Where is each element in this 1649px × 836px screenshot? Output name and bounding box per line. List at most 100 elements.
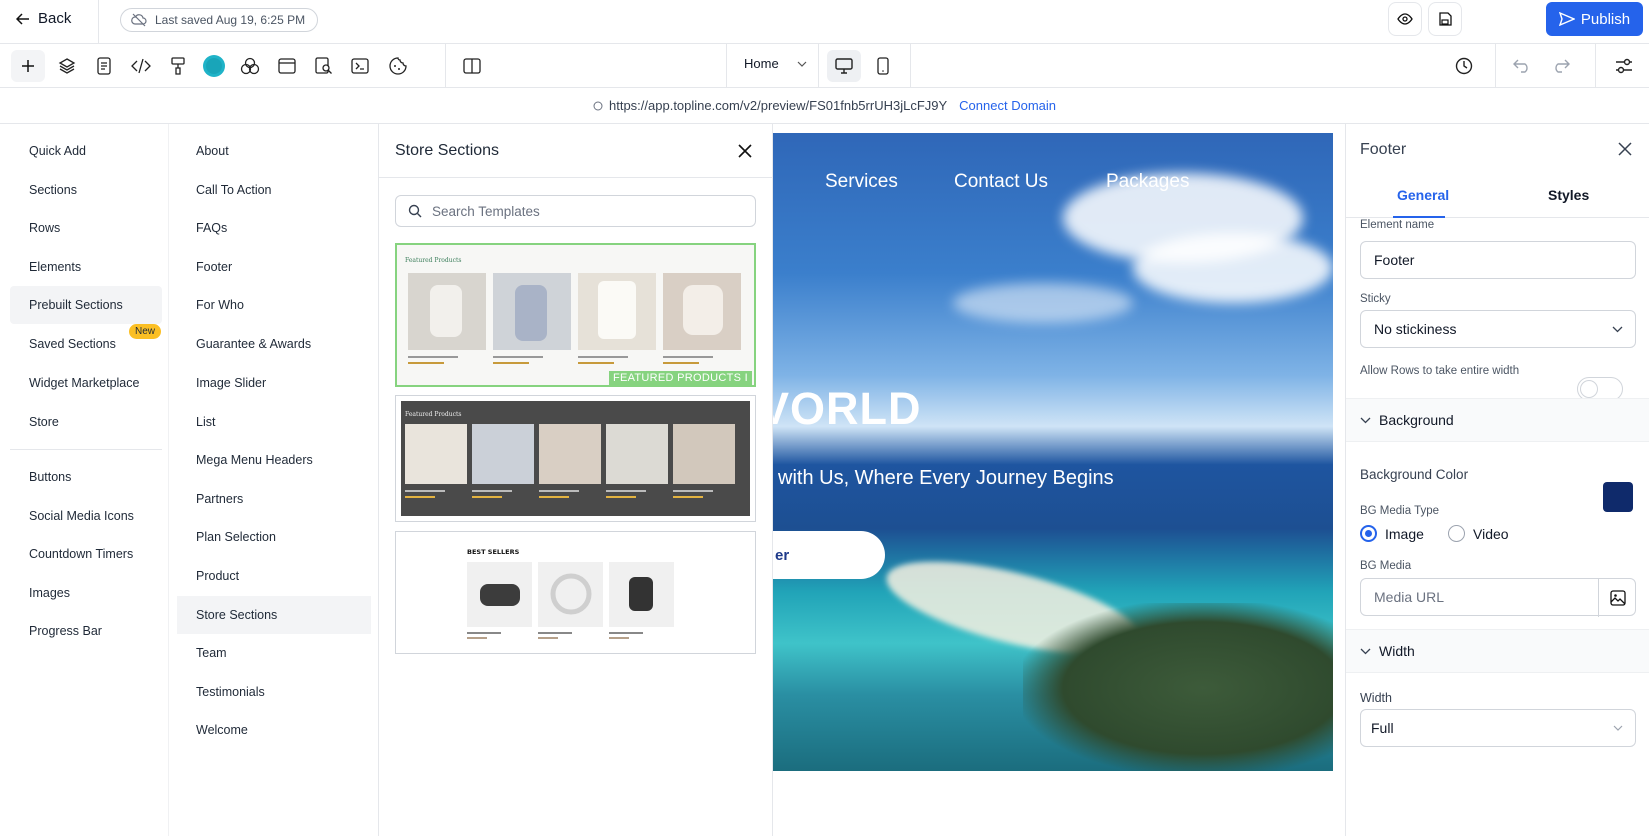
width-select[interactable]: Full xyxy=(1360,709,1636,747)
template-preview-image: BEST SELLERS xyxy=(396,532,755,653)
menu-sections[interactable]: Sections xyxy=(10,171,162,209)
menu-countdown-timers[interactable]: Countdown Timers xyxy=(10,535,162,573)
hero-cta-button[interactable]: er xyxy=(773,531,885,579)
pages-button[interactable] xyxy=(90,52,118,80)
back-button[interactable]: Back xyxy=(16,10,71,27)
divider xyxy=(98,0,99,44)
template-card-featured-products-2[interactable]: Featured Products xyxy=(395,395,756,522)
code-button[interactable] xyxy=(127,52,155,80)
seo-button[interactable] xyxy=(310,52,338,80)
sticky-select[interactable]: No stickiness xyxy=(1360,310,1636,348)
category-item[interactable]: Plan Selection xyxy=(177,518,371,556)
history-button[interactable] xyxy=(1450,52,1478,80)
background-section-header[interactable]: Background xyxy=(1346,398,1649,442)
nav-link-packages[interactable]: Packages xyxy=(1106,171,1189,193)
menu-images[interactable]: Images xyxy=(10,574,162,612)
connect-domain-link[interactable]: Connect Domain xyxy=(959,98,1056,113)
tab-general[interactable]: General xyxy=(1397,187,1449,203)
category-item[interactable]: Partners xyxy=(177,480,371,518)
publish-button[interactable]: Publish xyxy=(1546,2,1643,36)
active-tab-indicator xyxy=(1393,216,1445,218)
layers-icon xyxy=(58,58,76,74)
media-picker-button[interactable] xyxy=(1598,579,1636,617)
element-name-value: Footer xyxy=(1374,252,1415,268)
nav-link-services[interactable]: Services xyxy=(825,171,898,193)
close-icon[interactable] xyxy=(1616,140,1634,158)
search-templates-input[interactable] xyxy=(432,203,732,219)
settings-button[interactable] xyxy=(1610,52,1638,80)
menu-elements[interactable]: Elements xyxy=(10,248,162,286)
menu-rows[interactable]: Rows xyxy=(10,209,162,247)
bg-color-swatch[interactable] xyxy=(1603,482,1633,512)
templates-header: Store Sections xyxy=(379,124,773,178)
seo-search-icon xyxy=(315,57,332,74)
page-select[interactable]: Home xyxy=(744,56,807,71)
split-view-button[interactable] xyxy=(458,52,486,80)
category-item[interactable]: Footer xyxy=(177,248,371,286)
radio-video[interactable]: Video xyxy=(1448,525,1509,542)
search-templates-field[interactable] xyxy=(395,195,756,227)
terminal-button[interactable] xyxy=(346,52,374,80)
menu-widget-marketplace[interactable]: Widget Marketplace xyxy=(10,364,162,402)
category-item[interactable]: List xyxy=(177,403,371,441)
width-label: Width xyxy=(1360,691,1392,705)
menu-social-media-icons[interactable]: Social Media Icons xyxy=(10,497,162,535)
add-button[interactable] xyxy=(11,50,45,82)
color-button[interactable] xyxy=(200,52,228,80)
radio-button-selected[interactable] xyxy=(1360,525,1377,542)
back-label: Back xyxy=(38,10,72,27)
eye-icon xyxy=(1397,13,1413,25)
category-item[interactable]: Testimonials xyxy=(177,673,371,711)
page-canvas-preview[interactable]: Services Contact Us Packages VORLD with … xyxy=(773,133,1333,771)
category-item[interactable]: Call To Action xyxy=(177,171,371,209)
template-card-featured-products-1[interactable]: Featured Products FEATURED PRODUCTS I xyxy=(395,243,756,387)
undo-button[interactable] xyxy=(1508,52,1536,80)
category-item[interactable]: Product xyxy=(177,557,371,595)
close-icon[interactable] xyxy=(736,142,754,160)
menu-prebuilt-sections[interactable]: Prebuilt Sections xyxy=(10,286,162,324)
menu-quick-add[interactable]: Quick Add xyxy=(10,132,162,170)
menu-progress-bar[interactable]: Progress Bar xyxy=(10,612,162,650)
cookie-icon xyxy=(389,57,407,75)
divider xyxy=(445,44,446,88)
tab-styles[interactable]: Styles xyxy=(1548,187,1589,203)
category-item[interactable]: Mega Menu Headers xyxy=(177,441,371,479)
desktop-view-button[interactable] xyxy=(827,50,861,82)
category-item[interactable]: Guarantee & Awards xyxy=(177,325,371,363)
redo-button[interactable] xyxy=(1547,52,1575,80)
search-icon xyxy=(408,204,422,218)
save-button[interactable] xyxy=(1428,2,1462,36)
preview-url[interactable]: https://app.topline.com/v2/preview/FS01f… xyxy=(609,98,947,113)
sticky-value: No stickiness xyxy=(1374,321,1457,337)
element-name-label: Element name xyxy=(1360,219,1435,231)
canvas-footer-area[interactable] xyxy=(773,771,1333,836)
category-item-active[interactable]: Store Sections xyxy=(177,596,371,634)
cookie-button[interactable] xyxy=(384,52,412,80)
layers-button[interactable] xyxy=(53,52,81,80)
shapes-button[interactable] xyxy=(236,52,264,80)
nav-link-contact[interactable]: Contact Us xyxy=(954,171,1048,193)
category-item[interactable]: Welcome xyxy=(177,711,371,749)
category-item[interactable]: For Who xyxy=(177,286,371,324)
template-card-best-sellers[interactable]: BEST SELLERS xyxy=(395,531,756,654)
redo-icon xyxy=(1555,59,1570,73)
category-item[interactable]: Team xyxy=(177,634,371,672)
divider xyxy=(818,44,819,88)
element-name-field[interactable]: Footer xyxy=(1360,241,1636,279)
styles-button[interactable] xyxy=(164,52,192,80)
preview-button[interactable] xyxy=(1388,2,1422,36)
category-item[interactable]: FAQs xyxy=(177,209,371,247)
divider xyxy=(726,44,727,88)
radio-button[interactable] xyxy=(1448,525,1465,542)
menu-store[interactable]: Store xyxy=(10,403,162,441)
layout-button[interactable] xyxy=(273,52,301,80)
mobile-view-button[interactable] xyxy=(866,50,900,82)
category-item[interactable]: Image Slider xyxy=(177,364,371,402)
template-heading: BEST SELLERS xyxy=(467,548,520,556)
radio-image[interactable]: Image xyxy=(1360,525,1424,542)
media-url-field[interactable]: Media URL xyxy=(1360,578,1636,616)
bg-media-type-label: BG Media Type xyxy=(1360,505,1440,517)
category-item[interactable]: About xyxy=(177,132,371,170)
menu-buttons[interactable]: Buttons xyxy=(10,458,162,496)
width-section-header[interactable]: Width xyxy=(1346,629,1649,673)
